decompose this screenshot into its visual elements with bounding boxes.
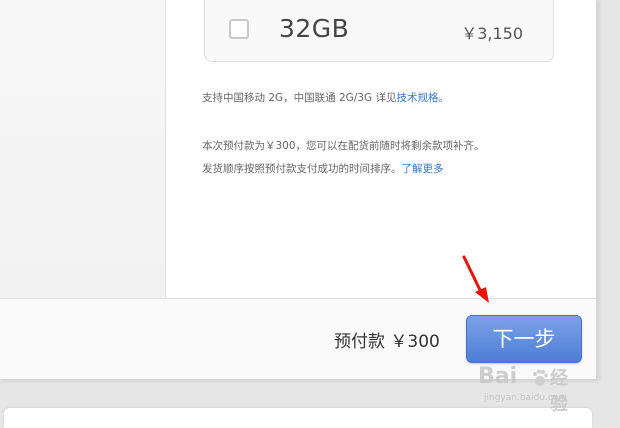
red-arrow-icon [462,255,489,303]
network-support-note: 支持中国移动 2G，中国联通 2G/3G 详见技术规格。 [202,87,449,110]
capacity-option-32gb[interactable]: 32GB ￥3,150 [204,0,554,62]
checkbox-icon[interactable] [229,19,249,39]
network-note-suffix: 。 [438,92,450,104]
watermark-logo-text: Bai [478,364,518,389]
left-pane [0,0,166,298]
option-capacity-label: 32GB [279,14,350,43]
deposit-note-line2: 发货顺序按照预付款支付成功的时间排序。了解更多 [202,158,444,181]
baidu-paw-icon [533,369,548,386]
deposit-note-text: 本次预付款为￥300，您可以在配货前随时将剩余款项补齐。 [202,140,485,152]
next-step-button[interactable]: 下一步 [466,315,582,363]
lower-card [4,408,592,428]
deposit-amount: 预付款 ￥300 [334,332,440,352]
option-price: ￥3,150 [461,24,523,43]
watermark-site: jingyan.baidu.com [484,393,568,403]
baidu-jingyan-watermark: Bai 经验 jingyan.baidu.com [478,364,568,415]
preorder-dialog: 32GB ￥3,150 支持中国移动 2G，中国联通 2G/3G 详见技术规格。… [0,0,597,379]
deposit-note-line1: 本次预付款为￥300，您可以在配货前随时将剩余款项补齐。 [202,135,485,158]
learn-more-link[interactable]: 了解更多 [402,163,444,175]
tech-specs-link[interactable]: 技术规格 [397,92,439,104]
network-note-text: 支持中国移动 2G，中国联通 2G/3G 详见 [202,92,397,104]
watermark-logo-cn: 经验 [550,368,568,415]
shipping-order-text: 发货顺序按照预付款支付成功的时间排序。 [202,163,402,175]
